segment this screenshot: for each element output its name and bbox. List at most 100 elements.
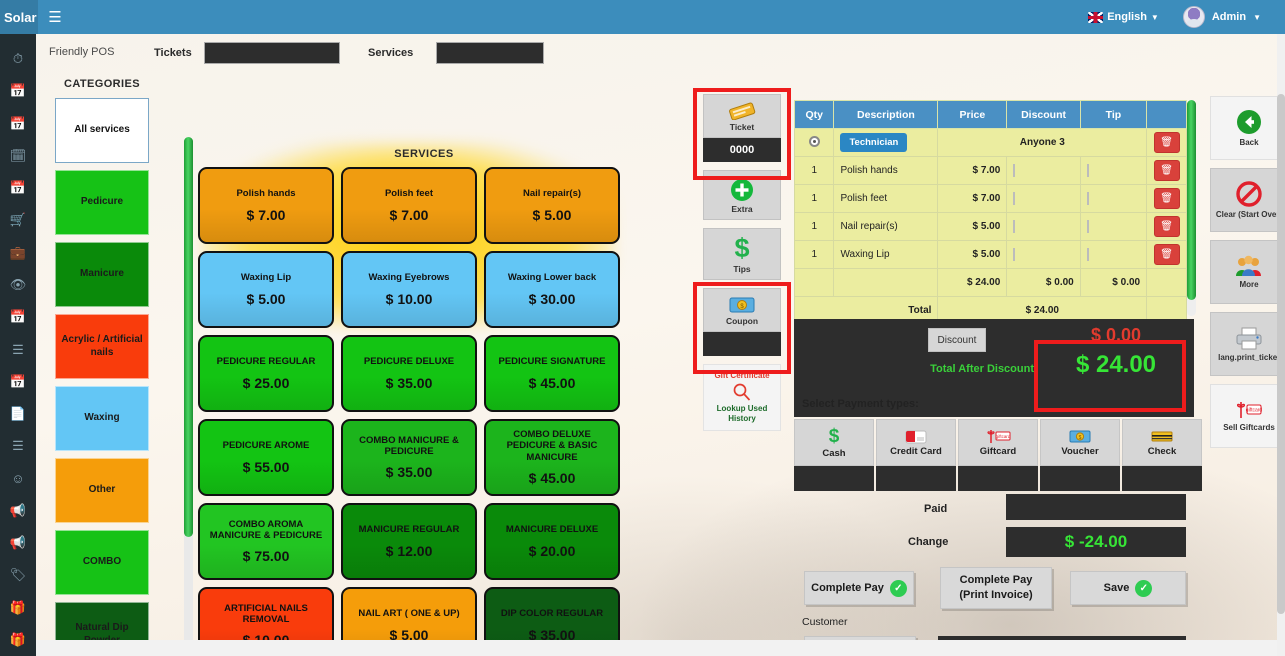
service-tile[interactable]: PEDICURE REGULAR $ 25.00 xyxy=(198,335,334,412)
table-row[interactable]: 1 Polish feet $ 7.00 🗑 xyxy=(793,184,1187,213)
sidebar-item-calendar-1[interactable]: 📅 xyxy=(0,75,36,107)
paid-value[interactable] xyxy=(1006,494,1186,520)
row-tip-cell[interactable] xyxy=(1079,156,1148,185)
row-discount-input[interactable] xyxy=(1013,220,1016,233)
category-item[interactable]: Acrylic / Artificial nails xyxy=(55,314,149,379)
service-tile[interactable]: Polish hands $ 7.00 xyxy=(198,167,334,244)
clear-start-over-button[interactable]: Clear (Start Over) xyxy=(1210,168,1285,232)
page-scrollbar-thumb[interactable] xyxy=(1277,94,1285,614)
category-item[interactable]: Manicure xyxy=(55,242,149,307)
payment-type[interactable]: $ Voucher xyxy=(1040,419,1120,491)
sidebar-item-cart[interactable]: 🛒 xyxy=(0,204,36,236)
service-tile[interactable]: PEDICURE SIGNATURE $ 45.00 xyxy=(484,335,620,412)
payment-type-amount-input[interactable] xyxy=(876,466,956,491)
discount-button[interactable]: Discount xyxy=(928,328,986,352)
service-tile[interactable]: MANICURE DELUXE $ 20.00 xyxy=(484,503,620,580)
service-tile[interactable]: Nail repair(s) $ 5.00 xyxy=(484,167,620,244)
row-discount-input[interactable] xyxy=(1013,192,1016,205)
sidebar-item-calendar-2[interactable]: 📅 xyxy=(0,108,36,140)
category-item[interactable]: Other xyxy=(55,458,149,523)
sidebar-item-list-2[interactable]: ☰ xyxy=(0,430,36,462)
row-delete-cell[interactable]: 🗑 xyxy=(1146,184,1187,213)
sidebar-item-list-1[interactable]: ☰ xyxy=(0,333,36,365)
payment-type[interactable]: $ Cash xyxy=(794,419,874,491)
row-tip-input[interactable] xyxy=(1086,164,1089,177)
service-tile[interactable]: Polish feet $ 7.00 xyxy=(341,167,477,244)
row-discount-input[interactable] xyxy=(1013,248,1016,261)
trash-icon[interactable]: 🗑 xyxy=(1153,188,1180,209)
sidebar-item-gift-2[interactable]: 🎁 xyxy=(0,624,36,656)
trash-icon[interactable]: 🗑 xyxy=(1153,132,1180,153)
trash-icon[interactable]: 🗑 xyxy=(1153,216,1180,237)
sidebar-item-briefcase[interactable]: 💼 xyxy=(0,237,36,269)
row-tip-cell[interactable] xyxy=(1079,240,1148,269)
row-tip-input[interactable] xyxy=(1086,192,1089,205)
payment-type-button[interactable]: Credit Card xyxy=(876,419,956,466)
payment-type-button[interactable]: giftcard Giftcard xyxy=(958,419,1038,466)
service-tile[interactable]: PEDICURE AROME $ 55.00 xyxy=(198,419,334,496)
sidebar-item-eye[interactable]: 👁 xyxy=(0,269,36,301)
service-tile[interactable]: COMBO MANICURE & PEDICURE $ 35.00 xyxy=(341,419,477,496)
sidebar-item-copy[interactable]: 📄 xyxy=(0,398,36,430)
sidebar-item-calendar-5[interactable]: 📅 xyxy=(0,366,36,398)
payment-type-button[interactable]: $ Voucher xyxy=(1040,419,1120,466)
service-tile[interactable]: Waxing Lip $ 5.00 xyxy=(198,251,334,328)
sidebar-item-calendar-3[interactable]: 📅 xyxy=(0,172,36,204)
table-row[interactable]: 1 Waxing Lip $ 5.00 🗑 xyxy=(793,240,1187,269)
payment-type-amount-input[interactable] xyxy=(1122,466,1202,491)
table-row[interactable]: 1 Polish hands $ 7.00 🗑 xyxy=(793,156,1187,185)
sidebar-item-tag[interactable]: 🏷 xyxy=(0,559,36,591)
gift-certificate-lookup-button[interactable]: Gift Certificate Lookup Used History xyxy=(703,363,781,432)
row-discount-input[interactable] xyxy=(1013,164,1016,177)
sidebar-item-gift-1[interactable]: 🎁 xyxy=(0,592,36,624)
language-selector[interactable]: English ▼ xyxy=(1074,0,1173,34)
sidebar-item-megaphone-1[interactable]: 📢 xyxy=(0,495,36,527)
row-tip-input[interactable] xyxy=(1086,248,1089,261)
service-tile[interactable]: Waxing Eyebrows $ 10.00 xyxy=(341,251,477,328)
save-button[interactable]: Save ✓ xyxy=(1070,571,1186,605)
service-tile[interactable]: PEDICURE DELUXE $ 35.00 xyxy=(341,335,477,412)
payment-type[interactable]: giftcard Giftcard xyxy=(958,419,1038,491)
row-tip-cell[interactable] xyxy=(1079,184,1148,213)
services-input[interactable] xyxy=(436,42,544,64)
select-by-name-button[interactable]: Select By Name xyxy=(804,636,916,656)
sidebar-item-megaphone-2[interactable]: 📢 xyxy=(0,527,36,559)
user-menu[interactable]: Admin ▼ xyxy=(1173,0,1271,34)
payment-type[interactable]: Check xyxy=(1122,419,1202,491)
category-item[interactable]: COMBO xyxy=(55,530,149,595)
tickets-input[interactable] xyxy=(204,42,340,64)
sidebar-item-smiley[interactable]: ☺ xyxy=(0,462,36,494)
technician-button-cell[interactable]: Technician xyxy=(833,128,939,157)
sidebar-item-calendar-4[interactable]: 📅 xyxy=(0,301,36,333)
technician-button[interactable]: Technician xyxy=(840,133,908,152)
service-tile[interactable]: DIP COLOR REGULAR $ 35.00 xyxy=(484,587,620,656)
payment-type-amount-input[interactable] xyxy=(1040,466,1120,491)
category-item[interactable]: Natural Dip Powder xyxy=(55,602,149,656)
complete-pay-button[interactable]: Complete Pay ✓ xyxy=(804,571,914,605)
row-delete-cell[interactable]: 🗑 xyxy=(1146,240,1187,269)
service-tile[interactable]: Waxing Lower back $ 30.00 xyxy=(484,251,620,328)
table-row[interactable]: 1 Nail repair(s) $ 5.00 🗑 xyxy=(793,212,1187,241)
sidebar-item-calendar-check[interactable]: 🗓 xyxy=(0,140,36,172)
app-logo[interactable]: Solar xyxy=(0,0,38,34)
service-tile[interactable]: MANICURE REGULAR $ 12.00 xyxy=(341,503,477,580)
payment-type[interactable]: Credit Card xyxy=(876,419,956,491)
row-discount-cell[interactable] xyxy=(1006,156,1081,185)
row-radio[interactable] xyxy=(808,135,820,147)
sell-giftcards-button[interactable]: giftcard Sell Giftcards xyxy=(1210,384,1285,448)
category-item[interactable]: Pedicure xyxy=(55,170,149,235)
row-delete-cell[interactable]: 🗑 xyxy=(1146,212,1187,241)
payment-type-button[interactable]: $ Cash xyxy=(794,419,874,466)
row-delete-cell[interactable]: 🗑 xyxy=(1146,156,1187,185)
row-discount-cell[interactable] xyxy=(1006,184,1081,213)
services-scrollbar-thumb[interactable] xyxy=(184,137,193,537)
print-ticket-button[interactable]: lang.print_ticket xyxy=(1210,312,1285,376)
page-scrollbar[interactable] xyxy=(1277,34,1285,656)
back-button[interactable]: Back xyxy=(1210,96,1285,160)
row-discount-cell[interactable] xyxy=(1006,240,1081,269)
service-tile[interactable]: NAIL ART ( ONE & UP) $ 5.00 xyxy=(341,587,477,656)
trash-icon[interactable]: 🗑 xyxy=(1153,244,1180,265)
payment-type-button[interactable]: Check xyxy=(1122,419,1202,466)
payment-type-amount-input[interactable] xyxy=(794,466,874,491)
hamburger-icon[interactable]: ☰ xyxy=(38,0,72,34)
